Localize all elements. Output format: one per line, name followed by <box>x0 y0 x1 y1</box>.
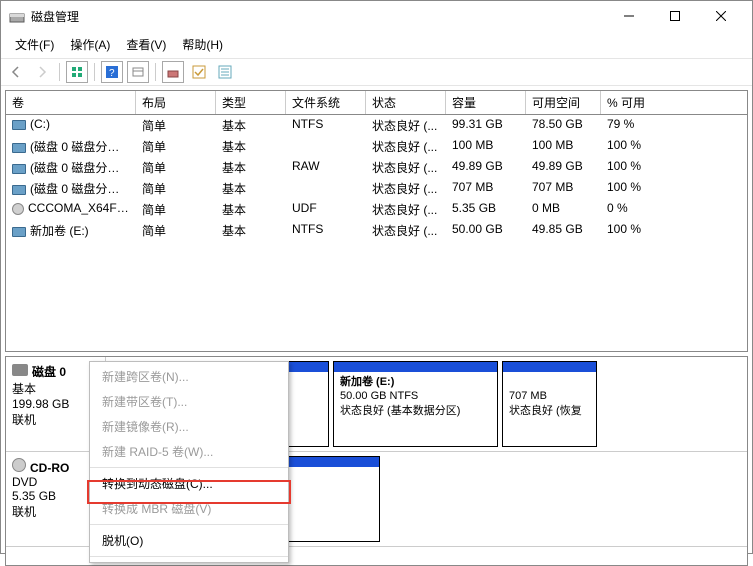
refresh-button[interactable] <box>127 61 149 83</box>
cdrom-icon <box>12 458 26 472</box>
window-controls <box>606 1 744 31</box>
context-menu-item: 新建跨区卷(N)... <box>90 364 288 389</box>
separator <box>94 63 95 81</box>
col-filesystem[interactable]: 文件系统 <box>286 91 366 114</box>
view-list-button[interactable] <box>66 61 88 83</box>
volume-row[interactable]: CCCOMA_X64FR...简单基本UDF状态良好 (...5.35 GB0 … <box>6 199 747 220</box>
close-button[interactable] <box>698 1 744 31</box>
col-volume[interactable]: 卷 <box>6 91 136 114</box>
separator <box>59 63 60 81</box>
forward-button[interactable] <box>31 61 53 83</box>
volume-row[interactable]: 新加卷 (E:)简单基本NTFS状态良好 (...50.00 GB49.85 G… <box>6 220 747 241</box>
menu-view[interactable]: 查看(V) <box>118 33 174 56</box>
partition[interactable]: 新加卷 (E:)50.00 GB NTFS状态良好 (基本数据分区) <box>333 361 498 447</box>
menubar: 文件(F) 操作(A) 查看(V) 帮助(H) <box>1 31 752 59</box>
disk-0-label: 磁盘 0 <box>32 365 66 379</box>
volume-row[interactable]: (磁盘 0 磁盘分区 1)简单基本状态良好 (...100 MB100 MB10… <box>6 136 747 157</box>
separator <box>155 63 156 81</box>
disk-0-size: 199.98 GB <box>12 397 99 411</box>
volume-rows: (C:)简单基本NTFS状态良好 (...99.31 GB78.50 GB79 … <box>6 115 747 241</box>
volume-list-empty <box>6 241 747 351</box>
titlebar: 磁盘管理 <box>1 1 752 31</box>
menu-file[interactable]: 文件(F) <box>7 33 62 56</box>
window-title: 磁盘管理 <box>31 8 606 25</box>
disk-icon <box>12 364 28 376</box>
maximize-button[interactable] <box>652 1 698 31</box>
context-menu-item: 新建 RAID-5 卷(W)... <box>90 439 288 464</box>
col-capacity[interactable]: 容量 <box>446 91 526 114</box>
disk-0-basic: 基本 <box>12 380 99 397</box>
context-menu-item: 新建镜像卷(R)... <box>90 414 288 439</box>
col-freespace[interactable]: 可用空间 <box>526 91 601 114</box>
menu-help[interactable]: 帮助(H) <box>174 33 231 56</box>
back-button[interactable] <box>5 61 27 83</box>
app-icon <box>9 8 25 24</box>
context-menu-separator <box>90 556 288 557</box>
svg-text:?: ? <box>109 68 115 79</box>
col-percent[interactable]: % 可用 <box>601 91 661 114</box>
cdrom-size: 5.35 GB <box>12 489 99 503</box>
settings-button[interactable] <box>162 61 184 83</box>
disk-0-online: 联机 <box>12 411 99 428</box>
context-menu-item: 新建带区卷(T)... <box>90 389 288 414</box>
partition[interactable]: 707 MB状态良好 (恢复 <box>502 361 597 447</box>
help-button[interactable]: ? <box>101 61 123 83</box>
disk-context-menu: 新建跨区卷(N)...新建带区卷(T)...新建镜像卷(R)...新建 RAID… <box>89 361 289 563</box>
menu-action[interactable]: 操作(A) <box>62 33 118 56</box>
volume-row[interactable]: (C:)简单基本NTFS状态良好 (...99.31 GB78.50 GB79 … <box>6 115 747 136</box>
check-button[interactable] <box>188 61 210 83</box>
list-button[interactable] <box>214 61 236 83</box>
cdrom-online: 联机 <box>12 503 99 520</box>
volume-list-header: 卷 布局 类型 文件系统 状态 容量 可用空间 % 可用 <box>6 91 747 115</box>
col-type[interactable]: 类型 <box>216 91 286 114</box>
cdrom-type: DVD <box>12 475 99 489</box>
context-menu-separator <box>90 467 288 468</box>
volume-list: 卷 布局 类型 文件系统 状态 容量 可用空间 % 可用 (C:)简单基本NTF… <box>5 90 748 352</box>
col-status[interactable]: 状态 <box>366 91 446 114</box>
volume-row[interactable]: (磁盘 0 磁盘分区 6)简单基本状态良好 (...707 MB707 MB10… <box>6 178 747 199</box>
context-menu-item[interactable]: 脱机(O) <box>90 528 288 553</box>
minimize-button[interactable] <box>606 1 652 31</box>
col-layout[interactable]: 布局 <box>136 91 216 114</box>
cdrom-label: CD-RO <box>30 461 69 475</box>
context-menu-item: 转换成 MBR 磁盘(V) <box>90 496 288 521</box>
toolbar: ? <box>1 59 752 86</box>
context-menu-separator <box>90 524 288 525</box>
context-menu-item[interactable]: 转换到动态磁盘(C)... <box>90 471 288 496</box>
volume-row[interactable]: (磁盘 0 磁盘分区 3)简单基本RAW状态良好 (...49.89 GB49.… <box>6 157 747 178</box>
